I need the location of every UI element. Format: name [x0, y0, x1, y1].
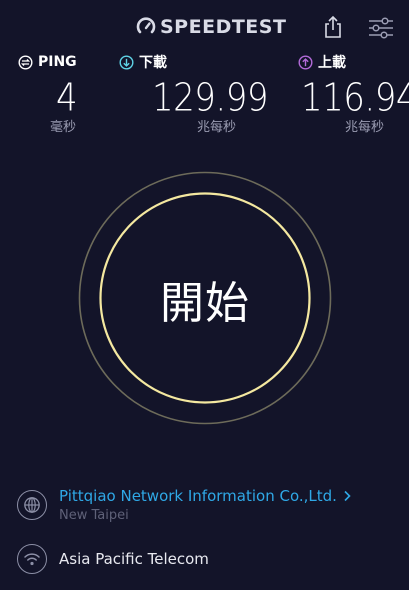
- carrier-name: Asia Pacific Telecom: [59, 550, 209, 568]
- download-value: 129.99: [152, 76, 268, 121]
- globe-icon-wrap: [17, 490, 47, 520]
- download-metric: 下載: [119, 53, 167, 71]
- ping-unit: 毫秒: [50, 120, 77, 135]
- ping-label: PING: [38, 54, 77, 70]
- speedtest-app: SPEEDTEST PING 4 毫秒 下載 129.99 兆每秒 上載 116…: [0, 0, 409, 590]
- ping-header: PING: [18, 53, 77, 71]
- wifi-icon: [24, 553, 40, 566]
- server-name-row: Pittqiao Network Information Co.,Ltd.: [59, 487, 352, 505]
- settings-button[interactable]: [368, 16, 394, 40]
- server-text: Pittqiao Network Information Co.,Ltd. Ne…: [59, 487, 352, 523]
- speedometer-icon: [136, 17, 156, 34]
- logo-text: SPEEDTEST: [160, 16, 287, 38]
- speedtest-logo: SPEEDTEST: [136, 16, 286, 38]
- download-unit: 兆每秒: [197, 120, 237, 135]
- ping-metric: PING: [18, 53, 77, 71]
- upload-header: 上載: [298, 53, 346, 71]
- server-location: New Taipei: [59, 508, 129, 523]
- chevron-right-icon: [344, 490, 351, 502]
- wifi-icon-wrap: [17, 544, 47, 574]
- share-icon: [325, 15, 341, 38]
- globe-icon: [24, 497, 40, 513]
- ping-icon: [18, 54, 33, 70]
- upload-value: 116.94: [301, 76, 409, 121]
- server-info[interactable]: Pittqiao Network Information Co.,Ltd. Ne…: [17, 487, 352, 523]
- download-header: 下載: [119, 53, 167, 71]
- download-label: 下載: [139, 55, 167, 71]
- share-button[interactable]: [322, 15, 344, 39]
- connection-text: Asia Pacific Telecom: [59, 549, 209, 568]
- upload-unit: 兆每秒: [345, 120, 385, 135]
- isp-name[interactable]: Pittqiao Network Information Co.,Ltd.: [59, 487, 337, 505]
- start-button[interactable]: 開始: [99, 193, 311, 405]
- header: SPEEDTEST: [0, 0, 409, 52]
- ping-value: 4: [56, 76, 78, 121]
- upload-metric: 上載: [298, 53, 346, 71]
- upload-label: 上載: [318, 55, 346, 71]
- settings-sliders-icon: [369, 17, 393, 39]
- download-arrow-icon: [119, 54, 134, 70]
- connection-info: Asia Pacific Telecom: [17, 544, 209, 574]
- upload-arrow-icon: [298, 54, 313, 70]
- start-label: 開始: [160, 278, 250, 329]
